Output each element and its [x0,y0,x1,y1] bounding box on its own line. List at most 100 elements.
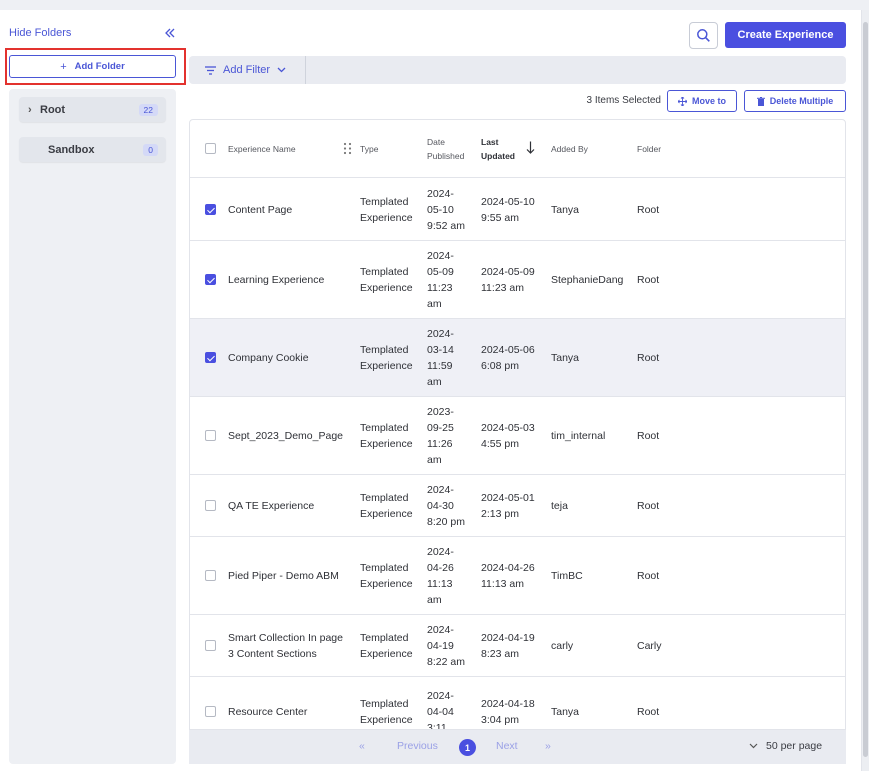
row-checkbox[interactable] [205,204,216,215]
date-published-line: 11:23 [427,282,453,294]
folder-name: Root [637,568,697,584]
folder-name-line: Root [637,570,660,582]
table-row[interactable]: Company Cookie Templated Experience 2024- 03… [190,319,845,397]
added-by: StephanieDang [551,272,636,288]
date-published-line: 05-09 [427,266,454,278]
experience-name[interactable]: QA TE Experience [228,498,353,514]
date-published: 2024- 04-26 11:13 am [427,544,477,608]
added-by: Tanya [551,350,636,366]
experience-name[interactable]: Content Page [228,202,353,218]
date-published-line: 04-30 [427,500,454,512]
experience-type-line: Templated [360,266,409,278]
experience-name[interactable]: Resource Center [228,704,353,720]
folder-name-line: Root [637,274,660,286]
date-published-line: 04-26 [427,562,454,574]
last-updated-line: 2024-05-09 [481,266,535,278]
experience-name[interactable]: Pied Piper - Demo ABM [228,568,353,584]
last-updated-line: 11:13 am [481,578,524,590]
experience-name[interactable]: Smart Collection In page 3 Content Sectio… [228,630,353,662]
date-published: 2024- 04-30 8:20 pm [427,482,477,530]
date-published-line: 11:59 [427,360,453,372]
folder-panel: › Root 22 Sandbox 0 [9,89,176,764]
chevron-down-icon [749,743,758,749]
table-row[interactable]: Sept_2023_Demo_Page Templated Experience 20… [190,397,845,475]
table-row[interactable]: QA TE Experience Templated Experience 2024-… [190,475,845,537]
table-row[interactable]: Learning Experience Templated Experience 20… [190,241,845,319]
drag-handle-icon[interactable] [343,142,352,155]
double-chevron-left-icon[interactable] [163,26,177,40]
row-checkbox[interactable] [205,640,216,651]
experience-type: Templated Experience [360,194,420,226]
experience-type-line: Templated [360,562,409,574]
hide-folders-link[interactable]: Hide Folders [9,27,71,39]
column-header-updated[interactable]: Last Updated [481,135,515,163]
date-published-line: 11:26 [427,438,453,450]
first-page-icon[interactable]: « [359,740,365,752]
date-published-line: am [427,594,442,606]
add-folder-label: Add Folder [74,61,125,72]
folder-name: Root [637,704,697,720]
column-header-folder[interactable]: Folder [637,142,661,156]
experience-type-line: Templated [360,344,409,356]
folder-name-line: Root [637,204,660,216]
row-checkbox[interactable] [205,430,216,441]
last-page-icon[interactable]: » [545,740,551,752]
row-checkbox[interactable] [205,570,216,581]
create-experience-button[interactable]: Create Experience [725,22,846,48]
add-filter-button[interactable]: Add Filter [189,56,306,84]
move-to-label: Move to [691,96,726,106]
row-checkbox[interactable] [205,274,216,285]
top-strip [0,0,869,10]
last-updated-line: 6:08 pm [481,360,519,372]
experience-type-line: Experience [360,438,413,450]
folder-count-badge: 22 [138,103,158,116]
row-checkbox[interactable] [205,706,216,717]
date-published-line: 04-04 [427,706,454,718]
add-folder-button[interactable]: + Add Folder [9,55,176,78]
search-icon [697,29,710,42]
column-header-updated-line: Updated [481,151,515,161]
folder-item-sandbox[interactable]: Sandbox 0 [19,137,166,162]
folder-name-line: Root [637,352,660,364]
experience-name-line: Company Cookie [228,352,309,364]
sort-descending-icon[interactable] [526,141,535,154]
column-header-published[interactable]: Date Published [427,135,464,163]
row-checkbox[interactable] [205,500,216,511]
experience-name[interactable]: Company Cookie [228,350,353,366]
experiences-table: Experience Name Type Date Published Last… [189,119,846,764]
date-published-line: am [427,298,442,310]
chevron-right-icon[interactable]: › [28,104,40,116]
folder-count-badge: 0 [143,143,158,156]
experience-type: Templated Experience [360,264,420,296]
scrollbar[interactable] [862,10,869,771]
added-by: carly [551,638,636,654]
column-header-type[interactable]: Type [360,142,378,156]
folder-item-root[interactable]: › Root 22 [19,97,166,122]
date-published: 2024- 05-09 11:23 am [427,248,477,312]
current-page[interactable]: 1 [459,739,476,756]
search-button[interactable] [689,22,718,49]
column-header-name[interactable]: Experience Name [228,142,296,156]
last-updated: 2024-05-06 6:08 pm [481,342,546,374]
select-all-checkbox[interactable] [205,143,216,154]
folder-name-line: Root [637,706,660,718]
scrollbar-thumb[interactable] [863,22,868,757]
experience-name-line: Content Page [228,204,293,216]
experience-name[interactable]: Sept_2023_Demo_Page [228,428,353,444]
per-page-select[interactable]: 50 per page [749,740,822,752]
table-row[interactable]: Smart Collection In page 3 Content Sectio… [190,615,845,677]
experience-name-line: Resource Center [228,706,308,718]
row-checkbox[interactable] [205,352,216,363]
move-to-button[interactable]: Move to [667,90,737,112]
table-row[interactable]: Pied Piper - Demo ABM Templated Experience… [190,537,845,615]
delete-multiple-button[interactable]: Delete Multiple [744,90,846,112]
experience-name-line: Smart Collection In page [228,632,343,644]
experience-type-line: Experience [360,212,413,224]
next-page-button[interactable]: Next [496,740,518,752]
previous-page-button[interactable]: Previous [397,740,438,752]
experience-type: Templated Experience [360,342,420,374]
experience-type-line: Templated [360,632,409,644]
table-row[interactable]: Content Page Templated Experience 2024- 05-1… [190,179,845,241]
experience-name[interactable]: Learning Experience [228,272,353,288]
column-header-added-by[interactable]: Added By [551,142,588,156]
